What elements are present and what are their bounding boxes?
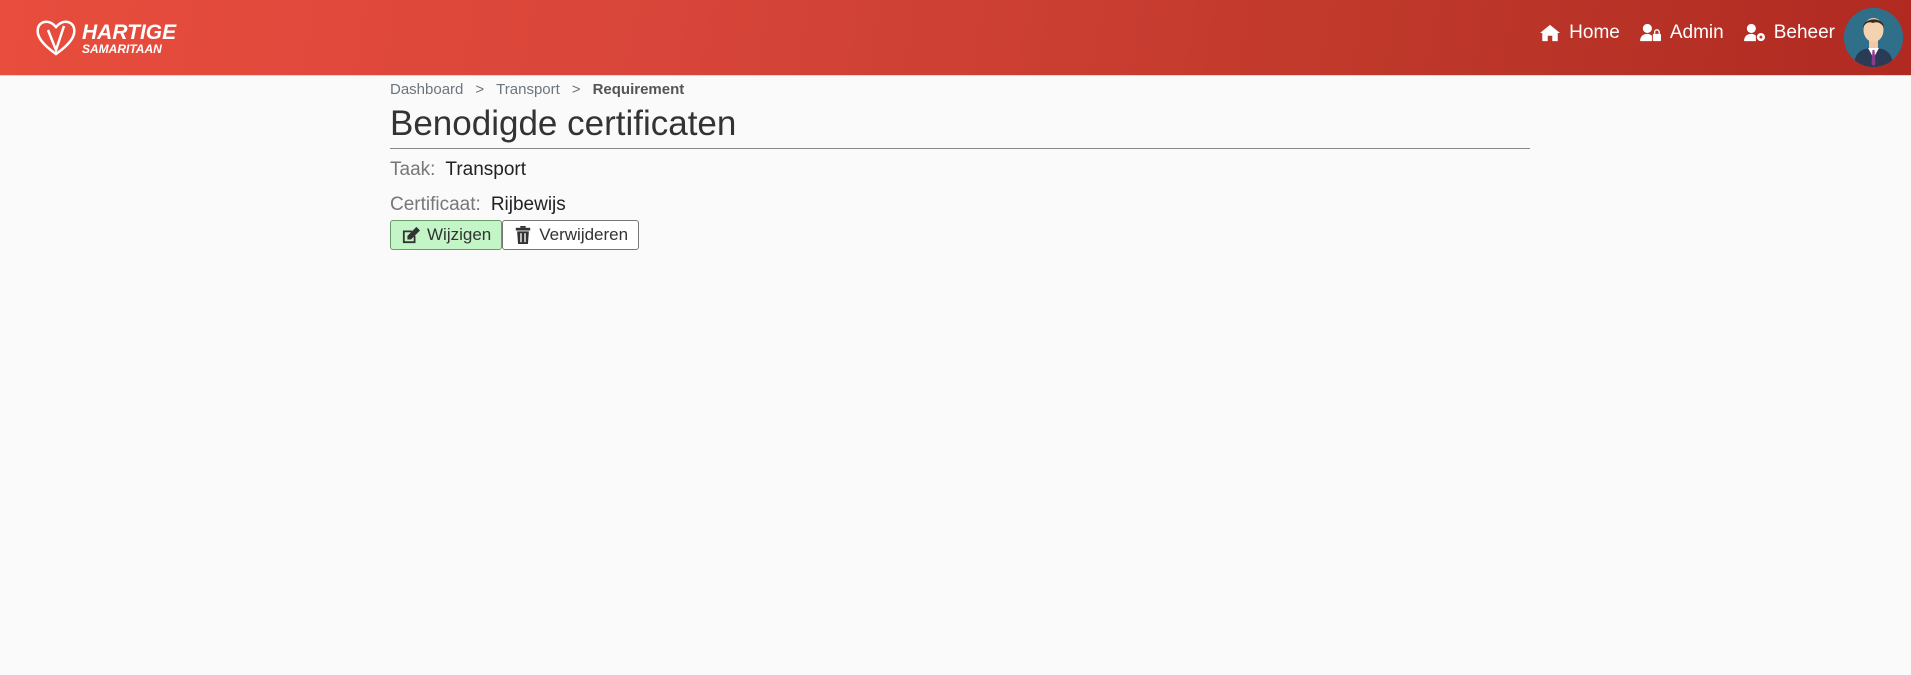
nav-admin[interactable]: Admin [1639, 22, 1724, 44]
breadcrumb-dashboard[interactable]: Dashboard [390, 81, 463, 98]
logo[interactable]: HARTIGE SAMARITAAN [34, 18, 176, 58]
heart-logo-icon [36, 20, 76, 56]
nav-admin-label: Admin [1669, 22, 1724, 43]
breadcrumb: Dashboard > Transport > Requirement [390, 79, 1530, 99]
edit-button-label: Wijzigen [427, 225, 492, 244]
nav-home-label: Home [1569, 22, 1620, 43]
field-taak: Taak: Transport [390, 157, 1530, 183]
field-taak-value: Transport [445, 159, 527, 180]
breadcrumb-separator: > [571, 80, 581, 98]
avatar[interactable] [1844, 8, 1903, 67]
logo-line2: SAMARITAAN [82, 41, 162, 56]
field-certificaat-value: Rijbewijs [490, 194, 566, 215]
breadcrumb-transport[interactable]: Transport [496, 81, 560, 98]
top-navbar: HARTIGE SAMARITAAN Home Admin Beheer [0, 0, 1911, 76]
nav-beheer[interactable]: Beheer [1743, 22, 1835, 44]
delete-button-label: Verwijderen [539, 225, 629, 244]
main-content: Dashboard > Transport > Requirement Beno… [390, 75, 1530, 250]
home-icon [1540, 24, 1561, 42]
delete-button[interactable]: Verwijderen [502, 220, 640, 250]
nav-beheer-label: Beheer [1773, 22, 1835, 43]
page-title: Benodigde certificaten [390, 104, 737, 143]
trash-icon [516, 226, 531, 244]
title-divider [390, 148, 1530, 149]
main-nav: Home Admin Beheer [1539, 0, 1835, 66]
user-cog-icon [1743, 23, 1765, 42]
field-certificaat: Certificaat: Rijbewijs [390, 192, 1530, 218]
field-certificaat-label: Certificaat: [390, 194, 481, 215]
logo-text: HARTIGE SAMARITAAN [82, 22, 176, 55]
user-avatar-icon [1844, 8, 1903, 67]
user-lock-icon [1639, 23, 1661, 42]
edit-icon [402, 226, 420, 244]
nav-home[interactable]: Home [1539, 22, 1620, 44]
breadcrumb-separator: > [475, 80, 485, 98]
logo-line1: HARTIGE [82, 20, 177, 44]
action-buttons: Wijzigen Verwijderen [390, 220, 1530, 250]
field-taak-label: Taak: [390, 159, 436, 180]
breadcrumb-requirement: Requirement [592, 80, 685, 98]
edit-button[interactable]: Wijzigen [390, 220, 503, 250]
